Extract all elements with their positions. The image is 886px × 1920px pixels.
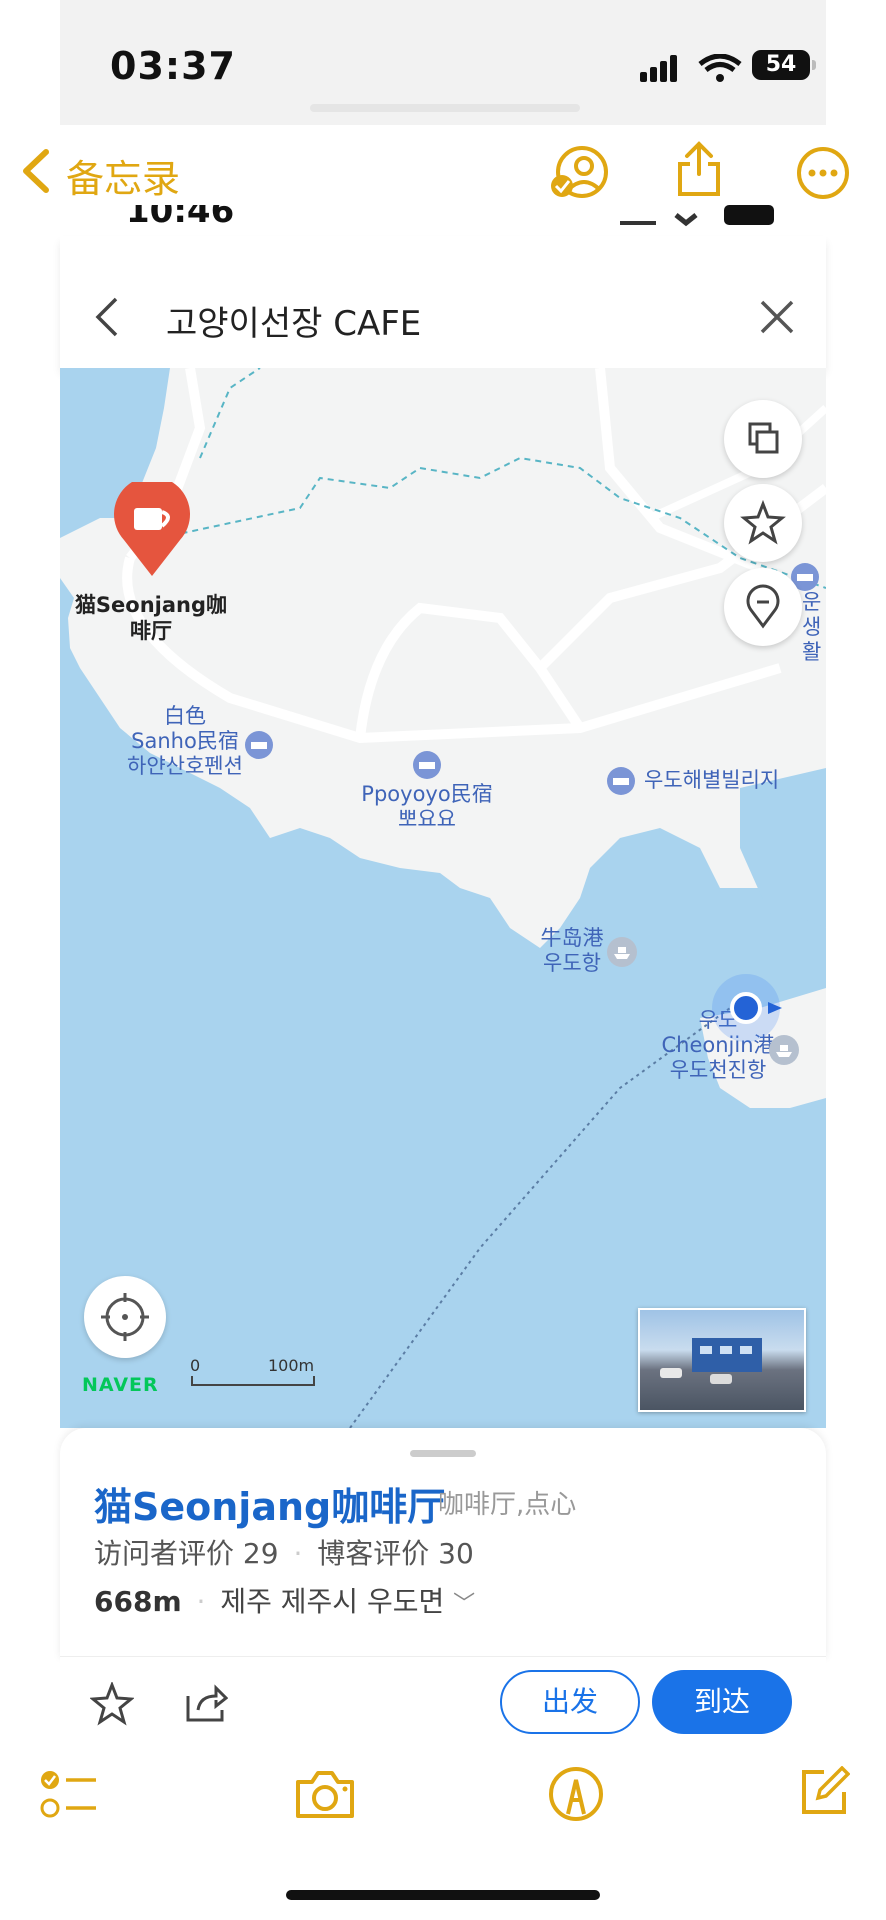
blog-reviews[interactable]: 博客评价 30 bbox=[317, 1537, 474, 1570]
grabber bbox=[310, 104, 580, 112]
lodging-icon bbox=[413, 751, 441, 779]
current-location-icon bbox=[712, 974, 782, 1042]
embedded-time: 10:46 bbox=[126, 205, 235, 231]
cafe-pin-label[interactable]: 猫Seonjang咖 啡厅 bbox=[66, 592, 236, 644]
markup-pen-icon[interactable] bbox=[548, 1766, 604, 1822]
cafe-pin-icon[interactable] bbox=[112, 482, 192, 578]
street-view-thumbnail[interactable] bbox=[638, 1308, 806, 1412]
map-label-udo-beach[interactable]: 우도해별빌리지 bbox=[644, 768, 779, 793]
sheet-handle[interactable] bbox=[410, 1450, 476, 1457]
scale-zero: 0 bbox=[190, 1356, 201, 1375]
star-icon bbox=[740, 499, 786, 545]
star-icon[interactable] bbox=[90, 1682, 134, 1726]
share-icon[interactable] bbox=[676, 140, 722, 198]
layers-button[interactable] bbox=[724, 400, 802, 478]
place-address[interactable]: 제주 제주시 우도면 bbox=[220, 1585, 444, 1618]
map-pin-button[interactable] bbox=[724, 568, 802, 646]
place-distance: 668m bbox=[94, 1585, 182, 1618]
place-reviews: 访问者评价 29 · 博客评价 30 bbox=[94, 1532, 474, 1572]
arrive-button[interactable]: 到达 bbox=[652, 1670, 792, 1734]
signal-wifi-icons bbox=[640, 54, 742, 82]
camera-icon[interactable] bbox=[294, 1768, 356, 1820]
compose-icon[interactable] bbox=[798, 1766, 850, 1818]
separator-dot: · bbox=[293, 1537, 303, 1570]
map-label-edge: 운 생활 bbox=[802, 590, 822, 664]
close-icon[interactable] bbox=[758, 298, 796, 336]
embedded-status-icons bbox=[620, 205, 774, 227]
visitor-reviews[interactable]: 访问者评价 29 bbox=[94, 1537, 279, 1570]
map-pin-icon bbox=[746, 584, 780, 629]
scale-distance: 100m bbox=[268, 1356, 315, 1375]
checklist-icon[interactable] bbox=[40, 1768, 98, 1820]
layers-icon bbox=[748, 422, 779, 454]
collaborate-icon[interactable] bbox=[548, 146, 610, 202]
chevron-down-icon[interactable]: ﹀ bbox=[453, 1592, 475, 1617]
battery-cap bbox=[812, 60, 816, 70]
place-category: 咖啡厅,点心 bbox=[438, 1490, 577, 1520]
chevron-left-icon[interactable] bbox=[18, 148, 52, 194]
search-query[interactable]: 고양이선장 CAFE bbox=[166, 296, 421, 345]
scale-bar bbox=[191, 1376, 315, 1386]
ferry-icon bbox=[607, 937, 637, 967]
more-icon[interactable] bbox=[796, 146, 850, 200]
map-label-ppoyoyo[interactable]: Ppoyoyo民宿 뽀요요 bbox=[352, 782, 502, 832]
place-name[interactable]: 猫Seonjang咖啡厅 bbox=[94, 1476, 445, 1531]
share-icon[interactable] bbox=[184, 1684, 228, 1724]
naver-logo: NAVER bbox=[82, 1374, 159, 1396]
home-indicator[interactable] bbox=[286, 1890, 600, 1900]
back-icon[interactable] bbox=[92, 296, 122, 338]
crosshair-icon bbox=[101, 1293, 149, 1341]
place-location: 668m · 제주 제주시 우도면 ﹀ bbox=[94, 1580, 475, 1620]
favorite-map-button[interactable] bbox=[724, 484, 802, 562]
battery-icon: 54 bbox=[752, 50, 810, 80]
locate-me-button[interactable] bbox=[84, 1276, 166, 1358]
embedded-status-bar: 10:46 bbox=[60, 205, 826, 235]
back-button-label[interactable]: 备忘录 bbox=[66, 148, 180, 203]
building-thumbnail-icon bbox=[660, 1338, 762, 1384]
lodging-icon bbox=[607, 767, 635, 795]
status-time: 03:37 bbox=[110, 44, 236, 88]
separator-dot: · bbox=[196, 1585, 206, 1618]
lodging-icon bbox=[245, 731, 273, 759]
map-view[interactable]: 猫Seonjang咖 啡厅 白色 Sanho民宿 하얀산호펜션 Ppoyoyo民… bbox=[60, 368, 826, 1428]
depart-button[interactable]: 出发 bbox=[500, 1670, 640, 1734]
